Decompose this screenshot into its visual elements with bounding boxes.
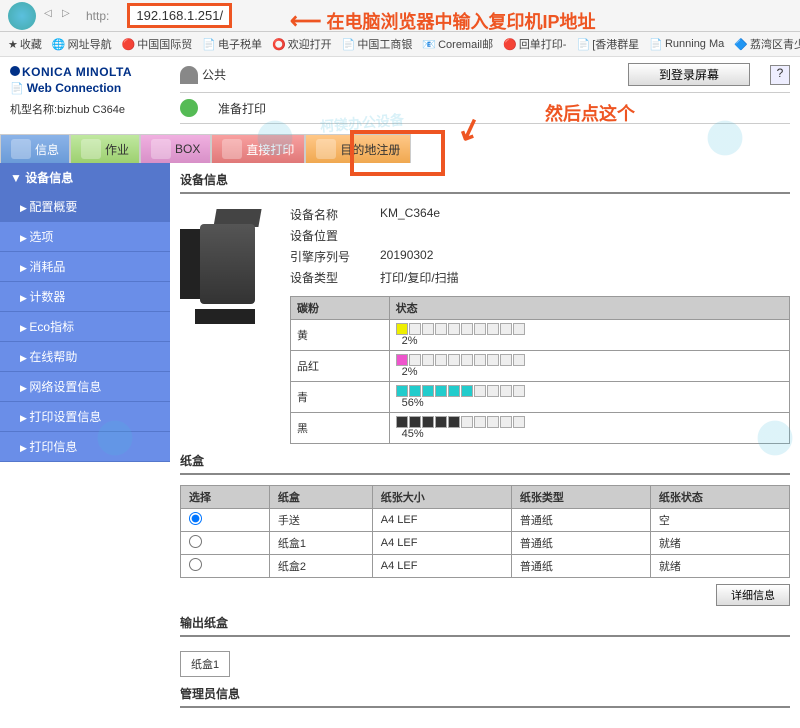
bookmark-run[interactable]: 📄 Running Ma bbox=[649, 38, 724, 51]
tray-table: 选择纸盒纸张大小纸张类型纸张状态 手送A4 LEF普通纸空纸盒1A4 LEF普通… bbox=[180, 485, 790, 578]
top-toolbar: 公共 到登录屏幕 ? bbox=[180, 57, 790, 93]
tab-direct-print[interactable]: 直接打印 bbox=[211, 134, 305, 163]
user-label: 公共 bbox=[180, 66, 226, 84]
status-line: 准备就绪 准备打印 bbox=[180, 93, 790, 124]
model-name: 机型名称:bizhub C364e bbox=[10, 101, 160, 117]
section-device-info: 设备信息 bbox=[180, 163, 790, 194]
toner-row: 黑45% bbox=[291, 413, 790, 444]
annotation-dest-hint: 然后点这个 bbox=[545, 100, 635, 126]
dev-serial-value: 20190302 bbox=[380, 248, 433, 265]
tab-info[interactable]: 信息 bbox=[0, 134, 70, 163]
sidebar-item-consumable[interactable]: 消耗品 bbox=[0, 252, 170, 282]
section-admin: 管理员信息 bbox=[180, 677, 790, 708]
bookmark-favorites[interactable]: ★ 收藏 bbox=[8, 36, 42, 52]
back-button[interactable]: ◁ bbox=[44, 8, 60, 24]
sidebar-item-print-info[interactable]: 打印信息 bbox=[0, 432, 170, 462]
nav-buttons: ◁ ▷ bbox=[44, 8, 78, 24]
sidebar-item-option[interactable]: 选项 bbox=[0, 222, 170, 252]
status-sub: 准备打印 bbox=[218, 100, 266, 117]
tab-job[interactable]: 作业 bbox=[70, 134, 140, 163]
sidebar-item-network[interactable]: 网络设置信息 bbox=[0, 372, 170, 402]
dev-name-label: 设备名称 bbox=[290, 206, 380, 223]
bookmark-tax[interactable]: 📄 电子税单 bbox=[202, 36, 262, 52]
main-content: 设备信息 设备名称KM_C364e 设备位置 引擎序列号20190302 设备类… bbox=[170, 163, 800, 728]
dev-serial-label: 引擎序列号 bbox=[290, 248, 380, 265]
output-tray-value: 纸盒1 bbox=[180, 651, 230, 677]
toner-row: 品红2% bbox=[291, 351, 790, 382]
user-icon bbox=[180, 66, 198, 84]
browser-logo-icon bbox=[8, 2, 36, 30]
sidebar-nav: 设备信息 配置概要 选项 消耗品 计数器 Eco指标 在线帮助 网络设置信息 打… bbox=[0, 163, 170, 462]
direct-icon bbox=[222, 139, 242, 159]
bookmark-single[interactable]: 🔴 回单打印- bbox=[503, 36, 566, 52]
section-tray: 纸盒 bbox=[180, 444, 790, 475]
toner-row: 黄2% bbox=[291, 320, 790, 351]
dev-name-value: KM_C364e bbox=[380, 206, 440, 223]
forward-button[interactable]: ▷ bbox=[62, 8, 78, 24]
logo-area: KONICA MINOLTA 📄 Web Connection 机型名称:biz… bbox=[0, 57, 170, 125]
toner-th-name: 碳粉 bbox=[291, 297, 390, 320]
brand-logo: KONICA MINOLTA bbox=[10, 65, 160, 79]
dev-type-label: 设备类型 bbox=[290, 269, 380, 286]
url-input[interactable]: 192.168.1.251/ bbox=[127, 3, 232, 28]
tray-row: 手送A4 LEF普通纸空 bbox=[181, 509, 790, 532]
bookmark-gs[interactable]: 📄 中国工商银 bbox=[342, 36, 413, 52]
tray-row: 纸盒1A4 LEF普通纸就绪 bbox=[181, 532, 790, 555]
bookmark-coremail[interactable]: 📧 Coremail邮 bbox=[422, 36, 493, 52]
main-tabs: 信息 作业 BOX 直接打印 目的地注册 bbox=[0, 134, 800, 163]
status-ok-icon bbox=[180, 99, 198, 117]
sidebar-item-counter[interactable]: 计数器 bbox=[0, 282, 170, 312]
toner-row: 青56% bbox=[291, 382, 790, 413]
annotation-url-hint: 在电脑浏览器中输入复印机IP地址 bbox=[290, 8, 596, 34]
box-icon bbox=[151, 139, 171, 159]
url-text: 192.168.1.251/ bbox=[136, 8, 223, 23]
bookmark-nav[interactable]: 🌐 网址导航 bbox=[52, 36, 112, 52]
tray-select-radio[interactable] bbox=[189, 512, 202, 525]
printer-image bbox=[180, 204, 270, 324]
help-button[interactable]: ? bbox=[770, 65, 790, 85]
bookmark-welcome[interactable]: ⭕ 欢迎打开 bbox=[272, 36, 332, 52]
toner-th-status: 状态 bbox=[389, 297, 789, 320]
sidebar-item-config[interactable]: 配置概要 bbox=[0, 192, 170, 222]
tray-select-radio[interactable] bbox=[189, 558, 202, 571]
tray-row: 纸盒2A4 LEF普通纸就绪 bbox=[181, 555, 790, 578]
sidebar-title[interactable]: 设备信息 bbox=[0, 163, 170, 192]
tray-select-radio[interactable] bbox=[189, 535, 202, 548]
section-output: 输出纸盒 bbox=[180, 606, 790, 637]
info-icon bbox=[11, 139, 31, 159]
url-prefix: http: bbox=[86, 9, 109, 23]
tab-box[interactable]: BOX bbox=[140, 134, 211, 163]
login-button[interactable]: 到登录屏幕 bbox=[628, 63, 750, 86]
tab-destination-register[interactable]: 目的地注册 bbox=[305, 134, 411, 163]
job-icon bbox=[81, 139, 101, 159]
bookmark-hk[interactable]: 📄 [香港群星 bbox=[576, 36, 639, 52]
bookmark-lw[interactable]: 🔷 荔湾区青少 bbox=[734, 36, 800, 52]
sidebar-item-help[interactable]: 在线帮助 bbox=[0, 342, 170, 372]
bookmark-trade[interactable]: 🔴 中国国际贸 bbox=[122, 36, 193, 52]
bookmarks-bar: ★ 收藏 🌐 网址导航 🔴 中国国际贸 📄 电子税单 ⭕ 欢迎打开 📄 中国工商… bbox=[0, 32, 800, 57]
dev-type-value: 打印/复印/扫描 bbox=[380, 269, 459, 286]
pagescope-label: 📄 Web Connection bbox=[10, 81, 160, 95]
sidebar-item-print-setting[interactable]: 打印设置信息 bbox=[0, 402, 170, 432]
dest-icon bbox=[316, 139, 336, 159]
dev-loc-label: 设备位置 bbox=[290, 227, 380, 244]
toner-table: 碳粉状态 黄2%品红2%青56%黑45% bbox=[290, 296, 790, 444]
sidebar-item-eco[interactable]: Eco指标 bbox=[0, 312, 170, 342]
detail-button[interactable]: 详细信息 bbox=[716, 584, 790, 606]
